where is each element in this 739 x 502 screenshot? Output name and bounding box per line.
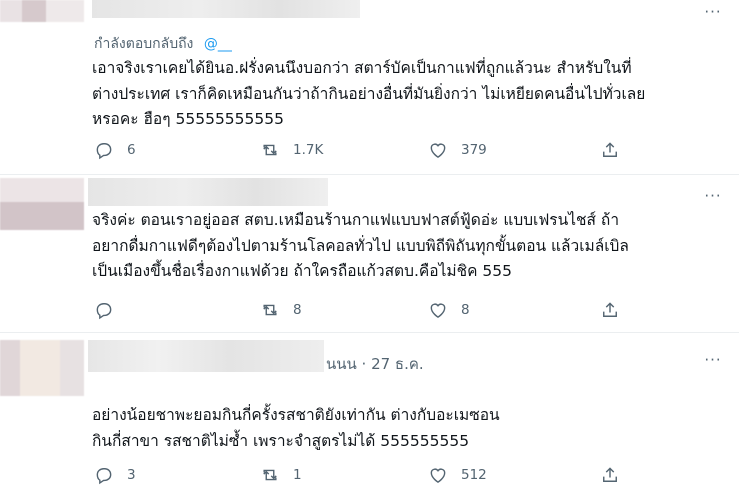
tweet-text-line: กินกี่สาขา รสชาติไม่ซ้ำ เพราะจำสูตรไม่ได… xyxy=(92,431,470,450)
share-icon xyxy=(603,142,617,157)
reply-count: 6 xyxy=(127,142,136,158)
retweet-count: 8 xyxy=(293,302,302,318)
tweet-text-line: เอาจริงเราเคยได้ยินอ.ฝรั่งคนนึงบอกว่า สต… xyxy=(92,59,632,77)
reply-button[interactable] xyxy=(94,300,127,320)
retweet-count: 1.7K xyxy=(293,142,324,158)
share-icon xyxy=(603,467,617,482)
heart-icon xyxy=(430,468,446,483)
retweet-button[interactable]: 8 xyxy=(260,300,302,320)
tweet-text-line: อยากดื่มกาแฟดีๆต้องไปตามร้านโลคอลทั่วไป … xyxy=(92,236,629,255)
like-count: 512 xyxy=(461,467,487,483)
avatar[interactable] xyxy=(0,340,84,396)
reply-button[interactable]: 3 xyxy=(94,465,136,485)
tweet-text-line: หรอคะ ฮือๆ 55555555555 xyxy=(92,110,284,128)
author-name[interactable] xyxy=(88,340,324,372)
like-count: 379 xyxy=(461,142,487,158)
share-button[interactable] xyxy=(600,140,620,160)
reply-button[interactable]: 6 xyxy=(94,140,136,160)
reply-to-line: กำลังตอบกลับถึง @__ xyxy=(94,33,232,55)
heart-icon xyxy=(430,303,446,318)
more-icon[interactable]: ··· xyxy=(701,352,725,368)
tweet-actions: 8 8 xyxy=(92,300,632,320)
like-button[interactable]: 8 xyxy=(428,300,470,320)
share-button[interactable] xyxy=(600,300,620,320)
reply-icon xyxy=(96,303,112,320)
more-icon[interactable]: ··· xyxy=(701,4,725,20)
tweet-1[interactable]: ··· กำลังตอบกลับถึง @__ เอาจริงเราเคยได้… xyxy=(0,0,739,170)
reply-to-label: กำลังตอบกลับถึง xyxy=(94,36,194,52)
author-name[interactable] xyxy=(92,0,360,18)
retweet-icon xyxy=(263,304,277,316)
tweet-text-line: จริงค่ะ ตอนเราอยู่ออส สตบ.เหมือนร้านกาแฟ… xyxy=(92,211,620,229)
retweet-icon xyxy=(263,469,277,481)
tweet-text: อย่างน้อยชาพะยอมกินกี่ครั้งรสชาติยังเท่า… xyxy=(92,403,722,454)
avatar[interactable] xyxy=(0,0,84,22)
author-name[interactable] xyxy=(88,178,328,206)
retweet-icon xyxy=(263,144,277,156)
tweet-text: เอาจริงเราเคยได้ยินอ.ฝรั่งคนนึงบอกว่า สต… xyxy=(92,56,722,133)
tweet-actions: 3 1 512 xyxy=(92,465,632,485)
share-button[interactable] xyxy=(600,465,620,485)
tweet-actions: 6 1.7K 379 xyxy=(92,140,632,160)
like-button[interactable]: 512 xyxy=(428,465,487,485)
tweet-text-line: ต่างประเทศ เราก็คิดเหมือนกันว่าถ้ากินอย่… xyxy=(92,84,646,103)
share-icon xyxy=(603,302,617,317)
divider xyxy=(0,174,739,175)
like-button[interactable]: 379 xyxy=(428,140,487,160)
reply-count: 3 xyxy=(127,467,136,483)
tweet-text-line: อย่างน้อยชาพะยอมกินกี่ครั้งรสชาติยังเท่า… xyxy=(92,406,500,424)
reply-to-handle[interactable]: @__ xyxy=(204,36,232,52)
heart-icon xyxy=(430,143,446,158)
retweet-count: 1 xyxy=(293,467,302,483)
retweet-button[interactable]: 1.7K xyxy=(260,140,323,160)
reply-icon xyxy=(96,143,112,160)
reply-icon xyxy=(96,468,112,485)
more-icon[interactable]: ··· xyxy=(701,188,725,204)
tweet-2[interactable]: ··· จริงค่ะ ตอนเราอยู่ออส สตบ.เหมือนร้าน… xyxy=(0,176,739,326)
avatar[interactable] xyxy=(0,178,84,230)
retweet-button[interactable]: 1 xyxy=(260,465,302,485)
divider xyxy=(0,332,739,333)
tweet-3[interactable]: นนน · 27 ธ.ค. ··· อย่างน้อยชาพะยอมกินกี่… xyxy=(0,334,739,502)
tweet-text: จริงค่ะ ตอนเราอยู่ออส สตบ.เหมือนร้านกาแฟ… xyxy=(92,208,722,285)
tweet-meta: นนน · 27 ธ.ค. xyxy=(326,355,424,373)
like-count: 8 xyxy=(461,302,470,318)
tweet-text-line: เป็นเมืองขึ้นชื่อเรื่องกาแฟด้วย ถ้าใครถื… xyxy=(92,262,512,280)
